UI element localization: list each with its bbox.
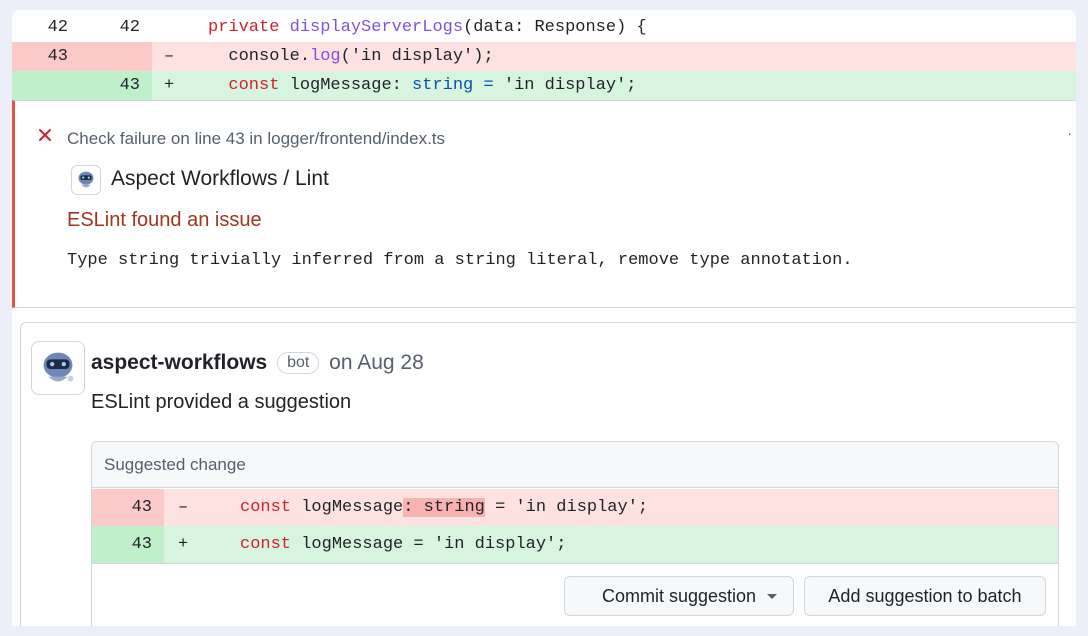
app-name: Aspect Workflows (111, 167, 278, 190)
keyword: private (208, 18, 290, 37)
keyword: const (240, 498, 302, 517)
avatar[interactable] (31, 341, 85, 395)
robot-icon (78, 171, 94, 188)
suggestion-added-line: 43 + const logMessage = 'in display'; (92, 526, 1058, 563)
identifier: logMessage (301, 498, 404, 517)
check-name: / Lint (277, 167, 329, 190)
suggested-change-box: Suggested change 43 – const logMessage: … (91, 441, 1059, 626)
pull-request-files-panel: 42 42 private displayServerLogs(data: Re… (12, 10, 1076, 626)
function-name: displayServerLogs (289, 18, 464, 37)
app-avatar (71, 165, 101, 195)
author-name[interactable]: aspect-workflows (91, 351, 267, 374)
x-icon (39, 129, 51, 141)
diff-sign: – (178, 498, 189, 517)
commit-suggestion-button[interactable]: Commit suggestion (564, 576, 794, 616)
line-number: 43 (131, 498, 152, 517)
suggestion-actions: Commit suggestion Add suggestion to batc… (92, 563, 1058, 626)
old-line-number[interactable]: 43 (28, 42, 68, 71)
new-line-number[interactable]: 42 (100, 13, 140, 42)
function-name: log (310, 47, 341, 66)
new-line-number[interactable]: 43 (100, 71, 140, 100)
comment-body: ESLint provided a suggestion (91, 391, 352, 413)
code-rest: = 'in display'; (484, 498, 649, 517)
diff-code: private displayServerLogs(data: Response… (208, 13, 647, 42)
suggestion-deleted-line: 43 – const logMessage: string = 'in disp… (92, 489, 1058, 526)
comment-date[interactable]: on Aug 28 (329, 351, 424, 374)
code-rest: ('in display'); (340, 47, 494, 66)
robot-icon (43, 352, 74, 382)
check-failure-text[interactable]: Check failure on line 43 in logger/front… (67, 129, 445, 149)
diff-deleted-line: 43 – console.log('in display'); (12, 42, 1076, 71)
old-line-number[interactable]: 42 (28, 13, 68, 42)
diff-code: const logMessage: string = 'in display'; (240, 489, 648, 526)
diff-context-line: 42 42 private displayServerLogs(data: Re… (12, 13, 1076, 42)
check-annotation: Check failure on line 43 in logger/front… (12, 100, 1076, 308)
diff-added-line: 43 + const logMessage: string = 'in disp… (12, 71, 1076, 100)
chevron-down-icon[interactable] (767, 594, 777, 599)
identifier: logMessage: (289, 76, 413, 95)
string-literal: 'in display'; (503, 76, 637, 95)
diff-code: console.log('in display'); (208, 42, 494, 71)
issue-message: Type string trivially inferred from a st… (67, 251, 853, 270)
type-name: string (412, 76, 474, 95)
review-comment: aspect-workflows bot on Aug 28 ESLint pr… (20, 322, 1076, 626)
issue-title: ESLint found an issue (67, 209, 262, 231)
check-app-title[interactable]: Aspect Workflows / Lint (111, 167, 329, 191)
removed-highlight: : string (403, 498, 485, 517)
comment-header: aspect-workflows bot on Aug 28 (91, 351, 424, 375)
more-marker: · (1067, 125, 1072, 141)
diff-code: const logMessage: string = 'in display'; (208, 71, 637, 100)
code-pre: console. (208, 47, 311, 66)
diff-code: const logMessage = 'in display'; (240, 526, 566, 563)
diff-sign: – (164, 47, 175, 66)
keyword: const (240, 535, 302, 554)
diff-sign: + (178, 535, 189, 554)
keyword: const (208, 76, 290, 95)
diff-sign: + (164, 76, 175, 95)
operator: = (473, 76, 504, 95)
code-rest: (data: Response) { (463, 18, 647, 37)
bot-badge: bot (277, 352, 320, 374)
line-number: 43 (131, 535, 152, 554)
suggested-change-header: Suggested change (92, 442, 1058, 488)
add-suggestion-to-batch-button[interactable]: Add suggestion to batch (804, 576, 1046, 616)
commit-suggestion-label: Commit suggestion (601, 586, 757, 606)
code-rest: logMessage = 'in display'; (301, 535, 567, 554)
